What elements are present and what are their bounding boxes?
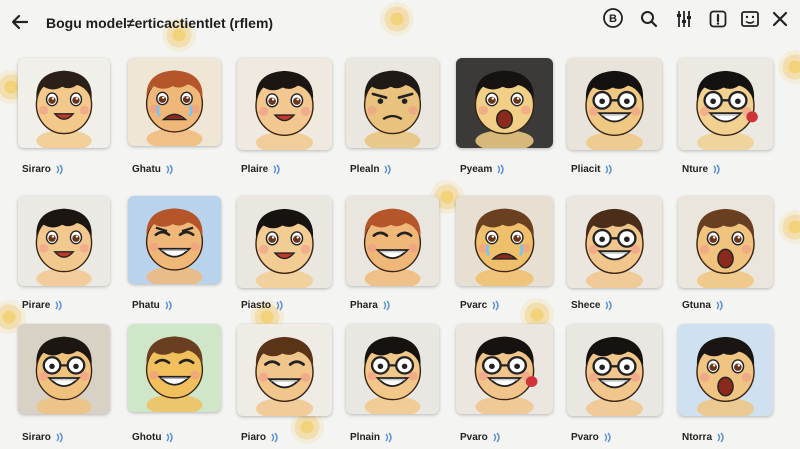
sound-icon[interactable] xyxy=(53,300,64,311)
sticker-label: Ntorra xyxy=(682,432,726,443)
sound-icon[interactable] xyxy=(164,164,175,175)
sticker-label: Plnain xyxy=(350,432,394,443)
sticker-thumbnail[interactable] xyxy=(18,196,110,286)
sticker-thumbnail[interactable] xyxy=(567,324,662,416)
sticker-label: Pvaro xyxy=(460,432,502,443)
sticker-label: Phatu xyxy=(132,300,174,311)
sound-icon[interactable] xyxy=(495,164,506,175)
sound-icon[interactable] xyxy=(383,432,394,443)
sticker-label: Pliacit xyxy=(571,164,614,175)
sticker-label-text: Pvaro xyxy=(460,432,488,443)
sticker-label-text: Siraro xyxy=(22,164,51,175)
background-flower-decoration xyxy=(778,50,800,84)
sticker-label: Plealn xyxy=(350,164,393,175)
background-flower-decoration xyxy=(778,210,800,244)
sound-icon[interactable] xyxy=(269,432,280,443)
sticker-label-text: Plaire xyxy=(241,164,269,175)
emoji-keyboard-icon[interactable] xyxy=(739,8,761,30)
sticker-label: Nture xyxy=(682,164,722,175)
sound-icon[interactable] xyxy=(271,164,282,175)
sticker-label-text: Ntorra xyxy=(682,432,713,443)
sticker-label-text: Phatu xyxy=(132,300,160,311)
sticker-thumbnail[interactable] xyxy=(678,324,773,416)
sound-icon[interactable] xyxy=(274,300,285,311)
emoji-badge-icon[interactable]: B xyxy=(601,6,625,30)
close-icon[interactable] xyxy=(769,8,791,30)
tune-icon[interactable] xyxy=(673,8,695,30)
sticker-thumbnail[interactable] xyxy=(128,196,221,284)
sound-icon[interactable] xyxy=(603,164,614,175)
sticker-thumbnail[interactable] xyxy=(456,324,553,414)
sticker-label: Pirare xyxy=(22,300,64,311)
sticker-thumbnail[interactable] xyxy=(237,196,332,288)
sound-icon[interactable] xyxy=(715,432,726,443)
sound-icon[interactable] xyxy=(163,300,174,311)
sticker-label: Ghatu xyxy=(132,164,175,175)
sticker-thumbnail[interactable] xyxy=(346,58,439,148)
sticker-label-text: Siraro xyxy=(22,432,51,443)
sticker-label-text: Pyeam xyxy=(460,164,493,175)
sticker-label-text: Ghotu xyxy=(132,432,162,443)
sound-icon[interactable] xyxy=(711,164,722,175)
back-arrow-icon[interactable] xyxy=(8,12,32,36)
exclamation-icon[interactable] xyxy=(707,8,729,30)
sound-icon[interactable] xyxy=(381,300,392,311)
sticker-label-text: Nture xyxy=(682,164,709,175)
sound-icon[interactable] xyxy=(490,300,501,311)
sticker-label: Phara xyxy=(350,300,392,311)
sticker-thumbnail[interactable] xyxy=(18,324,110,414)
sound-icon[interactable] xyxy=(382,164,393,175)
svg-text:B: B xyxy=(609,13,617,25)
sound-icon[interactable] xyxy=(54,164,65,175)
sticker-label: Gtuna xyxy=(682,300,725,311)
sticker-thumbnail[interactable] xyxy=(456,196,553,286)
sound-icon[interactable] xyxy=(491,432,502,443)
sticker-thumbnail[interactable] xyxy=(237,58,332,150)
sound-icon[interactable] xyxy=(164,432,175,443)
sticker-label-text: Pvaro xyxy=(571,432,599,443)
sticker-label-text: Plnain xyxy=(350,432,381,443)
search-icon[interactable] xyxy=(638,8,660,30)
sticker-label-text: Piaro xyxy=(241,432,267,443)
sticker-thumbnail[interactable] xyxy=(237,324,332,416)
sticker-thumbnail[interactable] xyxy=(128,324,221,412)
sticker-label: Ghotu xyxy=(132,432,175,443)
sticker-label-text: Shece xyxy=(571,300,601,311)
sticker-thumbnail[interactable] xyxy=(128,58,221,146)
sticker-label: Pyeam xyxy=(460,164,506,175)
sticker-label: Piasto xyxy=(241,300,285,311)
sticker-label-text: Phara xyxy=(350,300,378,311)
sound-icon[interactable] xyxy=(54,432,65,443)
sticker-label-text: Gtuna xyxy=(682,300,711,311)
sticker-thumbnail[interactable] xyxy=(456,58,553,148)
sticker-label: Shece xyxy=(571,300,614,311)
sticker-label: Siraro xyxy=(22,432,65,443)
sticker-thumbnail[interactable] xyxy=(346,196,439,286)
sticker-thumbnail[interactable] xyxy=(567,58,662,150)
sticker-label: Piaro xyxy=(241,432,280,443)
sticker-thumbnail[interactable] xyxy=(678,196,773,288)
sticker-label-text: Piasto xyxy=(241,300,272,311)
sticker-label: Pvarc xyxy=(460,300,501,311)
sound-icon[interactable] xyxy=(714,300,725,311)
sticker-label: Plaire xyxy=(241,164,282,175)
sticker-label-text: Pvarc xyxy=(460,300,488,311)
sticker-thumbnail[interactable] xyxy=(18,58,110,148)
page-title: Bogu model≠erticactientlet (rflem) xyxy=(46,15,274,31)
sound-icon[interactable] xyxy=(602,432,613,443)
sticker-thumbnail[interactable] xyxy=(346,324,439,414)
sticker-thumbnail[interactable] xyxy=(678,58,773,150)
sticker-label-text: Pirare xyxy=(22,300,51,311)
sticker-label-text: Ghatu xyxy=(132,164,161,175)
sticker-label: Siraro xyxy=(22,164,65,175)
sticker-thumbnail[interactable] xyxy=(567,196,662,288)
sticker-label-text: Pliacit xyxy=(571,164,601,175)
sticker-label-text: Plealn xyxy=(350,164,380,175)
sound-icon[interactable] xyxy=(603,300,614,311)
top-app-bar: Bogu model≠erticactientlet (rflem) B xyxy=(0,0,800,48)
sticker-label: Pvaro xyxy=(571,432,613,443)
